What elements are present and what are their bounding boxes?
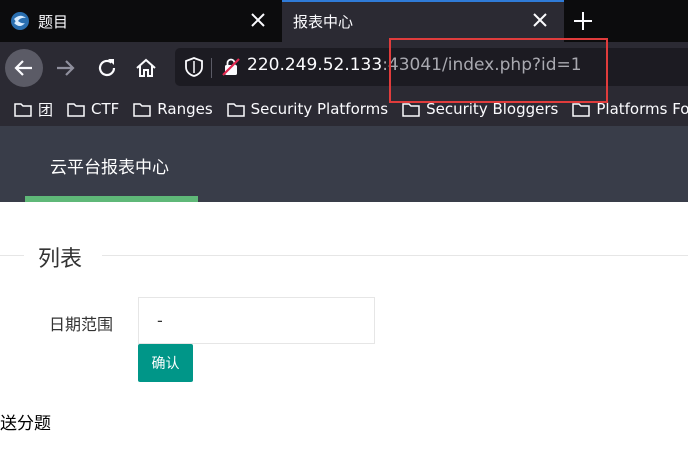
- tab-timu[interactable]: 题目: [0, 0, 282, 42]
- reload-button[interactable]: [88, 49, 126, 87]
- tab-title: 报表中心: [293, 13, 354, 31]
- arrow-right-icon: [57, 60, 75, 76]
- url-host: 220.249.52.133: [247, 55, 383, 75]
- folder-icon: [572, 102, 591, 117]
- insecure-lock-icon[interactable]: [221, 57, 241, 77]
- bookmark-label: 团: [38, 100, 54, 119]
- date-range-input[interactable]: [138, 297, 375, 344]
- bookmark-label: Ranges: [157, 100, 213, 118]
- date-range-label: 日期范围: [49, 315, 114, 334]
- annotation-highlight-box: [389, 38, 608, 103]
- close-icon[interactable]: [246, 8, 270, 32]
- close-icon[interactable]: [528, 8, 552, 32]
- bookmark-label: Security Platforms: [250, 100, 389, 118]
- tab-strip: 题目 报表中心: [0, 0, 688, 42]
- globe-favicon-icon: [11, 12, 29, 30]
- tab-title: 题目: [38, 13, 69, 31]
- plus-icon[interactable]: [570, 8, 596, 34]
- nav-item-report-center[interactable]: 云平台报表中心: [50, 153, 169, 178]
- bookmark-folder-ranges[interactable]: Ranges: [133, 100, 213, 118]
- bookmark-folder-ctf[interactable]: CTF: [67, 100, 119, 118]
- bookmark-label: CTF: [91, 100, 120, 118]
- reload-icon: [98, 59, 116, 77]
- confirm-button[interactable]: 确认: [138, 344, 193, 382]
- home-icon: [136, 58, 156, 77]
- bookmark-label: Platforms For: [596, 100, 688, 118]
- folder-icon: [67, 102, 85, 117]
- bookmark-folder-security-platforms[interactable]: Security Platforms: [226, 100, 389, 118]
- arrow-left-icon: [14, 60, 32, 76]
- home-button[interactable]: [127, 49, 165, 87]
- page-header: 云平台报表中心: [0, 126, 688, 202]
- folder-icon: [226, 102, 245, 117]
- forward-button[interactable]: [46, 49, 84, 87]
- footer-text: 送分题: [0, 414, 51, 434]
- back-button[interactable]: [5, 49, 43, 87]
- folder-icon: [14, 102, 32, 117]
- folder-icon: [402, 102, 420, 117]
- bookmark-folder-tuan[interactable]: 团: [14, 99, 53, 120]
- url-separator: [211, 58, 212, 78]
- legend-divider-left: [0, 255, 24, 256]
- legend-divider-right: [102, 255, 688, 256]
- shield-icon[interactable]: [183, 56, 205, 78]
- folder-icon: [133, 102, 152, 117]
- active-nav-indicator: [25, 196, 198, 202]
- section-title: 列表: [38, 247, 83, 272]
- tab-report-center[interactable]: 报表中心: [282, 0, 564, 42]
